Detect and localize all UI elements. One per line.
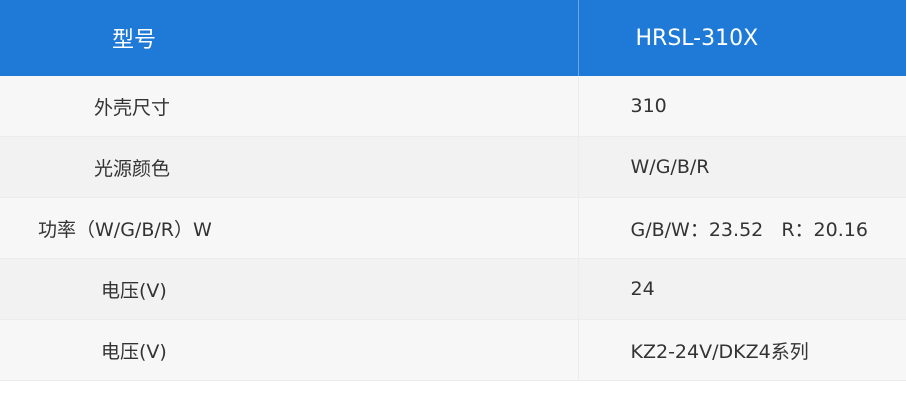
row-value-light-color: W/G/B/R	[577, 136, 906, 198]
spec-table-header: 型号 HRSL-310X	[0, 0, 906, 76]
row-label-housing-size: 外壳尺寸	[0, 76, 578, 137]
row-value-housing-size: 310	[577, 76, 906, 137]
row-value-controller: KZ2-24V/DKZ4系列	[577, 319, 906, 381]
row-value-voltage: 24	[577, 258, 906, 320]
header-model-label: 型号	[0, 0, 579, 76]
header-model-value: HRSL-310X	[578, 0, 906, 76]
spec-table-body: 外壳尺寸 310 光源颜色 W/G/B/R 功率（W/G/B/R）W G/B/W…	[0, 76, 906, 381]
table-row-voltage: 电压(V) 24	[0, 258, 906, 320]
header-row: 型号 HRSL-310X	[0, 0, 906, 76]
row-value-power: G/B/W：23.52 R：20.16	[577, 197, 906, 259]
row-label-power: 功率（W/G/B/R）W	[0, 197, 578, 259]
row-label-voltage: 电压(V)	[0, 258, 578, 320]
table-row-controller: 电压(V) KZ2-24V/DKZ4系列	[0, 319, 906, 381]
spec-table: 型号 HRSL-310X 外壳尺寸 310 光源颜色 W/G/B/R 功率（W/…	[0, 0, 906, 381]
table-row-light-color: 光源颜色 W/G/B/R	[0, 136, 906, 198]
row-label-controller: 电压(V)	[0, 319, 578, 381]
row-label-light-color: 光源颜色	[0, 136, 578, 198]
table-row-housing-size: 外壳尺寸 310	[0, 76, 906, 137]
bottom-spacer	[0, 381, 906, 408]
table-row-power: 功率（W/G/B/R）W G/B/W：23.52 R：20.16	[0, 197, 906, 259]
